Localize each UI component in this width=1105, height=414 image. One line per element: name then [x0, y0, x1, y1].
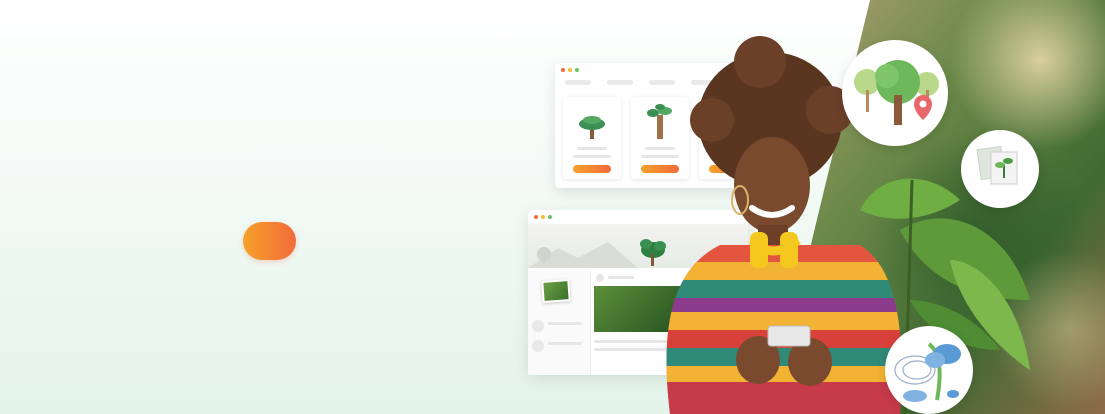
mockup-banner: [528, 224, 748, 268]
add-to-cart-button[interactable]: [573, 165, 611, 173]
tree-icon: [647, 104, 672, 139]
photo-thumbnail: [541, 279, 571, 303]
landscape-icon: [528, 239, 666, 268]
tree-icon: [579, 116, 605, 139]
tree-cloud-bubble: [885, 326, 973, 414]
window-controls: [534, 215, 552, 219]
shop-mockup-window: [555, 63, 757, 188]
cta-button[interactable]: [243, 222, 296, 260]
product-card: [631, 97, 689, 179]
profile-mockup-window: [528, 210, 748, 375]
plant-photo: [594, 286, 744, 332]
add-to-cart-button[interactable]: [709, 165, 747, 173]
photo-plant-bubble: [961, 130, 1039, 208]
mockup-sidebar: [528, 270, 591, 375]
photo-plant-icon: [976, 145, 1018, 185]
hero-banner: [0, 0, 1105, 414]
trees-location-bubble: [842, 40, 948, 146]
window-controls: [561, 68, 579, 72]
product-card: [563, 97, 621, 179]
mockup-main-content: [594, 270, 744, 375]
product-card: [699, 97, 757, 179]
add-to-cart-button[interactable]: [641, 165, 679, 173]
tree-cloud-icon: [894, 342, 961, 402]
trees-location-icon: [854, 60, 939, 125]
